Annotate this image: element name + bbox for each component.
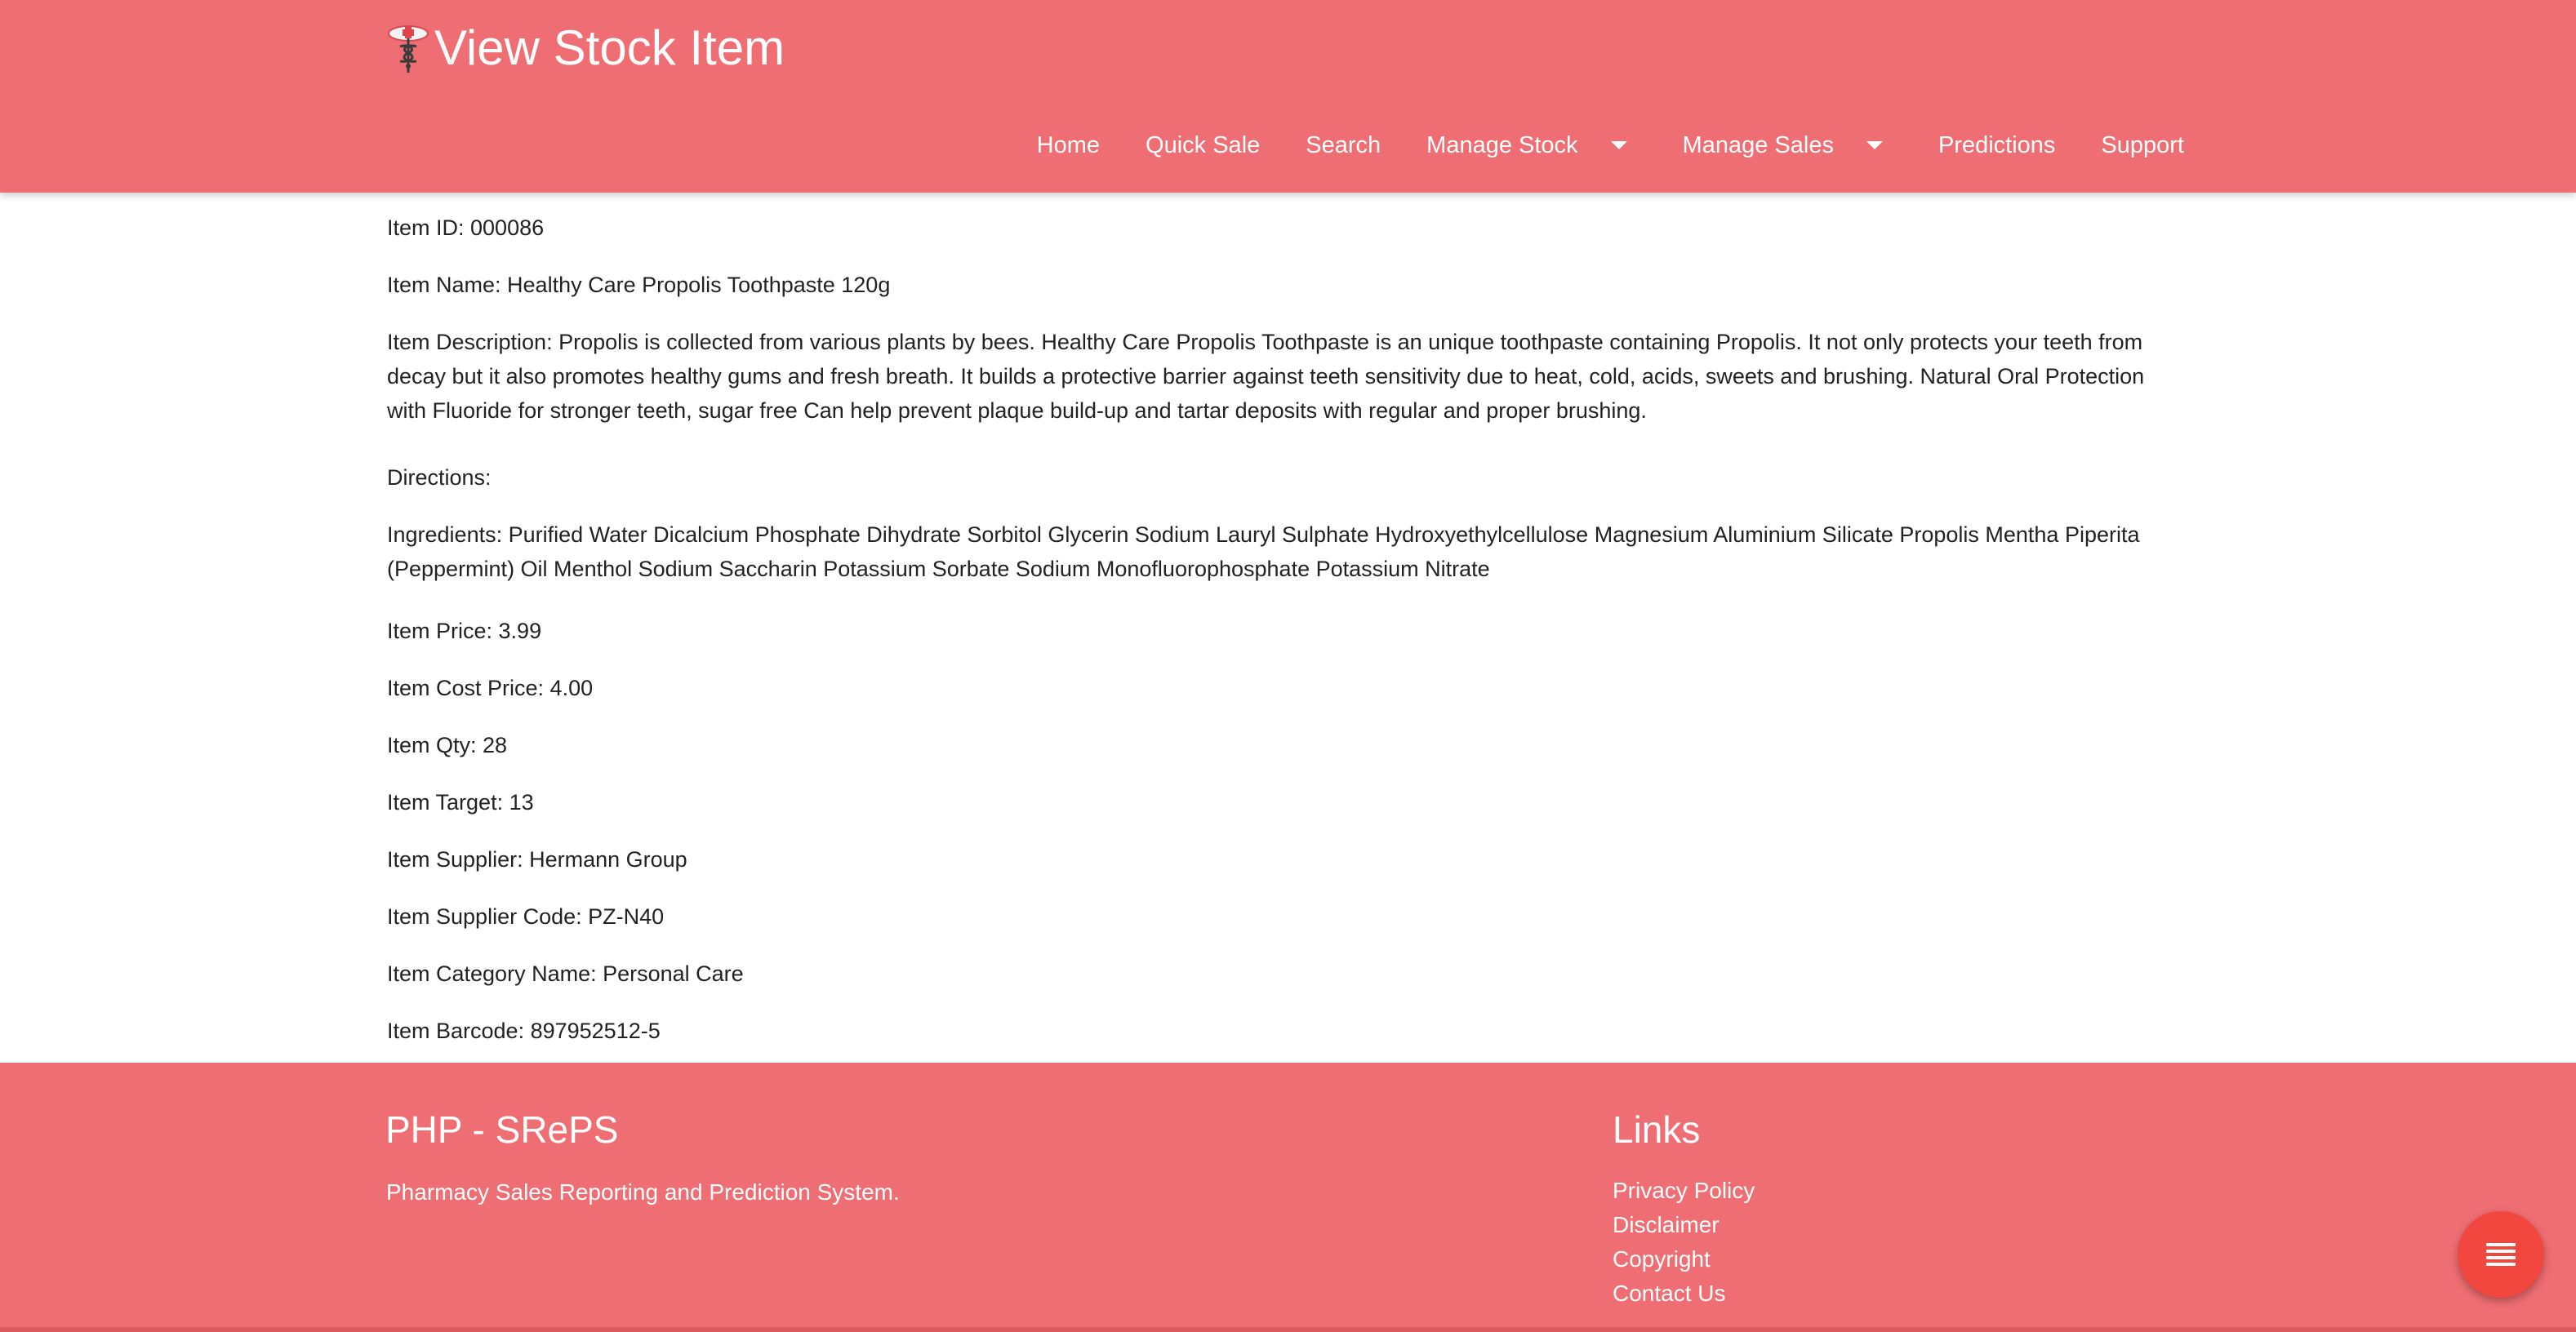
floating-menu-button[interactable] [2458, 1211, 2544, 1298]
item-details: Item ID: 000086 Item Name: Healthy Care … [387, 193, 2175, 1063]
footer-links-title: Links [1613, 1108, 1701, 1151]
item-qty: Item Qty: 28 [387, 733, 508, 757]
nav-manage-stock-label: Manage Stock [1426, 132, 1578, 158]
item-name: Item Name: Healthy Care Propolis Toothpa… [387, 273, 891, 297]
item-description: Item Description: Propolis is collected … [387, 330, 2145, 423]
main-nav: Home Quick Sale Search Manage Stock Mana… [1014, 119, 2184, 171]
dropdown-arrow-icon [1866, 141, 1883, 149]
footer-divider [0, 1327, 2576, 1332]
page-footer: PHP - SRePS Pharmacy Sales Reporting and… [0, 1063, 2576, 1332]
item-category: Item Category Name: Personal Care [387, 961, 744, 986]
nav-search[interactable]: Search [1283, 119, 1404, 171]
footer-app-title: PHP - SRePS [385, 1108, 619, 1151]
caduceus-icon [388, 25, 429, 73]
item-ingredients: Ingredients: Purified Water Dicalcium Ph… [387, 522, 2140, 581]
item-supplier-code: Item Supplier Code: PZ-N40 [387, 904, 665, 929]
footer-link-contact-us[interactable]: Contact Us [1613, 1276, 1755, 1311]
brand[interactable]: View Stock Item [385, 11, 785, 85]
footer-links: Privacy Policy Disclaimer Copyright Cont… [1613, 1174, 1755, 1311]
nav-predictions[interactable]: Predictions [1915, 119, 2078, 171]
item-target: Item Target: 13 [387, 790, 534, 815]
nav-quick-sale[interactable]: Quick Sale [1123, 119, 1283, 171]
footer-link-privacy-policy[interactable]: Privacy Policy [1613, 1174, 1755, 1208]
nav-support[interactable]: Support [2078, 119, 2184, 171]
nav-manage-sales[interactable]: Manage Sales [1660, 119, 1915, 171]
item-supplier: Item Supplier: Hermann Group [387, 847, 687, 872]
footer-link-disclaimer[interactable]: Disclaimer [1613, 1208, 1755, 1242]
nav-manage-stock[interactable]: Manage Stock [1404, 119, 1659, 171]
item-barcode: Item Barcode: 897952512-5 [387, 1019, 661, 1043]
dropdown-arrow-icon [1610, 141, 1627, 149]
nav-manage-sales-label: Manage Sales [1682, 132, 1834, 158]
item-cost-price: Item Cost Price: 4.00 [387, 676, 594, 700]
menu-icon [2486, 1243, 2516, 1266]
app-header: View Stock Item Home Quick Sale Search M… [0, 0, 2576, 193]
item-directions: Directions: [387, 465, 492, 490]
nav-home[interactable]: Home [1014, 119, 1123, 171]
page-title: View Stock Item [434, 20, 785, 75]
item-id: Item ID: 000086 [387, 215, 545, 240]
footer-link-copyright[interactable]: Copyright [1613, 1242, 1755, 1276]
item-price: Item Price: 3.99 [387, 619, 542, 643]
footer-app-subtitle: Pharmacy Sales Reporting and Prediction … [386, 1179, 900, 1205]
